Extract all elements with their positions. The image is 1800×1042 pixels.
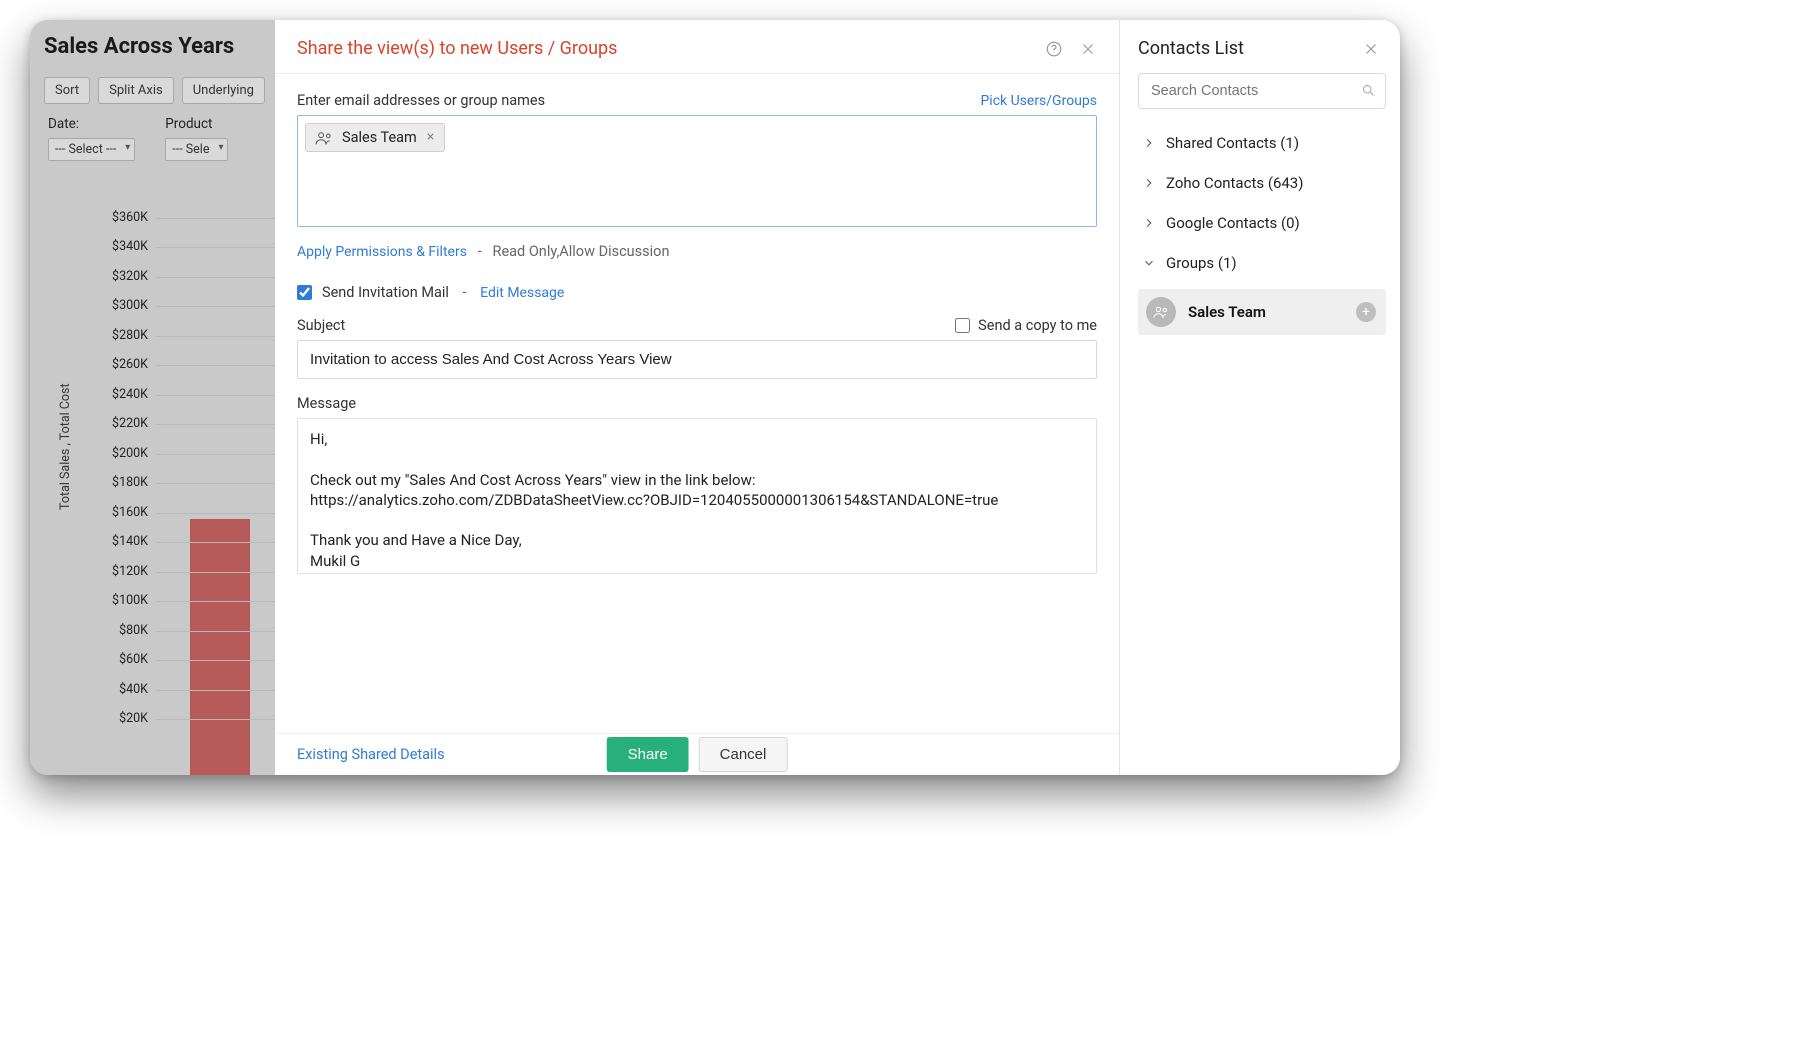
share-dialog: Share the view(s) to new Users / Groups …: [275, 20, 1120, 775]
bg-ytick: $240K: [100, 387, 148, 402]
bg-ytick: $340K: [100, 239, 148, 254]
subject-label: Subject: [297, 317, 345, 334]
bg-bar: [190, 519, 250, 775]
bg-button-sort: Sort: [44, 77, 90, 104]
bg-ytick: $180K: [100, 475, 148, 490]
bg-ytick: $320K: [100, 269, 148, 284]
bg-ytick: $280K: [100, 328, 148, 343]
bg-ytick: $100K: [100, 593, 148, 608]
group-item[interactable]: Sales Team +: [1138, 289, 1386, 335]
bg-ytick: $260K: [100, 357, 148, 372]
bg-ytick: $20K: [100, 711, 148, 726]
edit-message-link[interactable]: Edit Message: [480, 285, 564, 301]
message-textarea[interactable]: [297, 418, 1097, 574]
share-button[interactable]: Share: [607, 737, 689, 772]
cancel-button[interactable]: Cancel: [699, 737, 788, 772]
bg-ytick: $120K: [100, 564, 148, 579]
bg-ytick: $160K: [100, 505, 148, 520]
help-icon[interactable]: [1045, 40, 1063, 58]
contacts-category-label: Shared Contacts (1): [1166, 134, 1299, 152]
bg-ytick: $80K: [100, 623, 148, 638]
chevron-right-icon: [1142, 216, 1156, 230]
contacts-category[interactable]: Google Contacts (0): [1138, 203, 1386, 243]
bg-filter-product-select: --- Sele: [165, 138, 228, 161]
bg-yaxis-label: Total Sales , Total Cost: [58, 383, 73, 510]
recipients-input[interactable]: Sales Team: [297, 115, 1097, 227]
bg-button-underlying: Underlying: [182, 77, 265, 104]
contacts-category-label: Groups (1): [1166, 254, 1237, 272]
search-icon: [1361, 83, 1376, 98]
contacts-category-label: Google Contacts (0): [1166, 214, 1300, 232]
contacts-category-label: Zoho Contacts (643): [1166, 174, 1303, 192]
people-icon: [314, 130, 334, 146]
background-title: Sales Across Years: [44, 34, 275, 59]
bg-ytick: $140K: [100, 534, 148, 549]
contacts-category[interactable]: Zoho Contacts (643): [1138, 163, 1386, 203]
contacts-category[interactable]: Groups (1): [1138, 243, 1386, 283]
contacts-title: Contacts List: [1138, 38, 1244, 59]
contacts-search-input[interactable]: [1138, 73, 1386, 109]
group-name: Sales Team: [1188, 303, 1344, 321]
recipient-chip: Sales Team: [305, 123, 445, 152]
contacts-category[interactable]: Shared Contacts (1): [1138, 123, 1386, 163]
message-label: Message: [297, 395, 1097, 412]
chip-remove-icon[interactable]: [425, 129, 436, 146]
send-copy-checkbox[interactable]: [955, 318, 970, 333]
existing-shared-link[interactable]: Existing Shared Details: [297, 746, 445, 763]
recipients-label: Enter email addresses or group names: [297, 92, 545, 109]
pick-users-link[interactable]: Pick Users/Groups: [980, 93, 1097, 109]
bg-ytick: $200K: [100, 446, 148, 461]
subject-input[interactable]: [297, 340, 1097, 379]
send-invitation-checkbox[interactable]: [297, 285, 312, 300]
chevron-right-icon: [1142, 176, 1156, 190]
bg-ytick: $300K: [100, 298, 148, 313]
bg-ytick: $220K: [100, 416, 148, 431]
bg-ytick: $60K: [100, 652, 148, 667]
permissions-summary: Read Only,Allow Discussion: [493, 243, 670, 260]
contacts-panel: Contacts List Shared Contacts (1) Zoho Co…: [1120, 20, 1400, 775]
bg-ytick: $40K: [100, 682, 148, 697]
bg-ytick: $360K: [100, 210, 148, 225]
chevron-right-icon: [1142, 136, 1156, 150]
contacts-close-icon[interactable]: [1362, 40, 1380, 58]
bg-filter-date-select: --- Select ---: [48, 138, 135, 161]
add-group-icon[interactable]: +: [1356, 302, 1376, 322]
close-icon[interactable]: [1079, 40, 1097, 58]
bg-filter-product-label: Product: [165, 116, 228, 132]
chevron-down-icon: [1142, 256, 1156, 270]
send-copy-label: Send a copy to me: [978, 317, 1097, 334]
dialog-title: Share the view(s) to new Users / Groups: [297, 38, 617, 59]
send-invitation-label: Send Invitation Mail: [322, 284, 449, 301]
chip-label: Sales Team: [342, 129, 417, 146]
bg-filter-date-label: Date:: [48, 116, 135, 132]
permissions-link[interactable]: Apply Permissions & Filters: [297, 244, 467, 260]
bg-button-splitaxis: Split Axis: [98, 77, 174, 104]
group-icon: [1146, 297, 1176, 327]
